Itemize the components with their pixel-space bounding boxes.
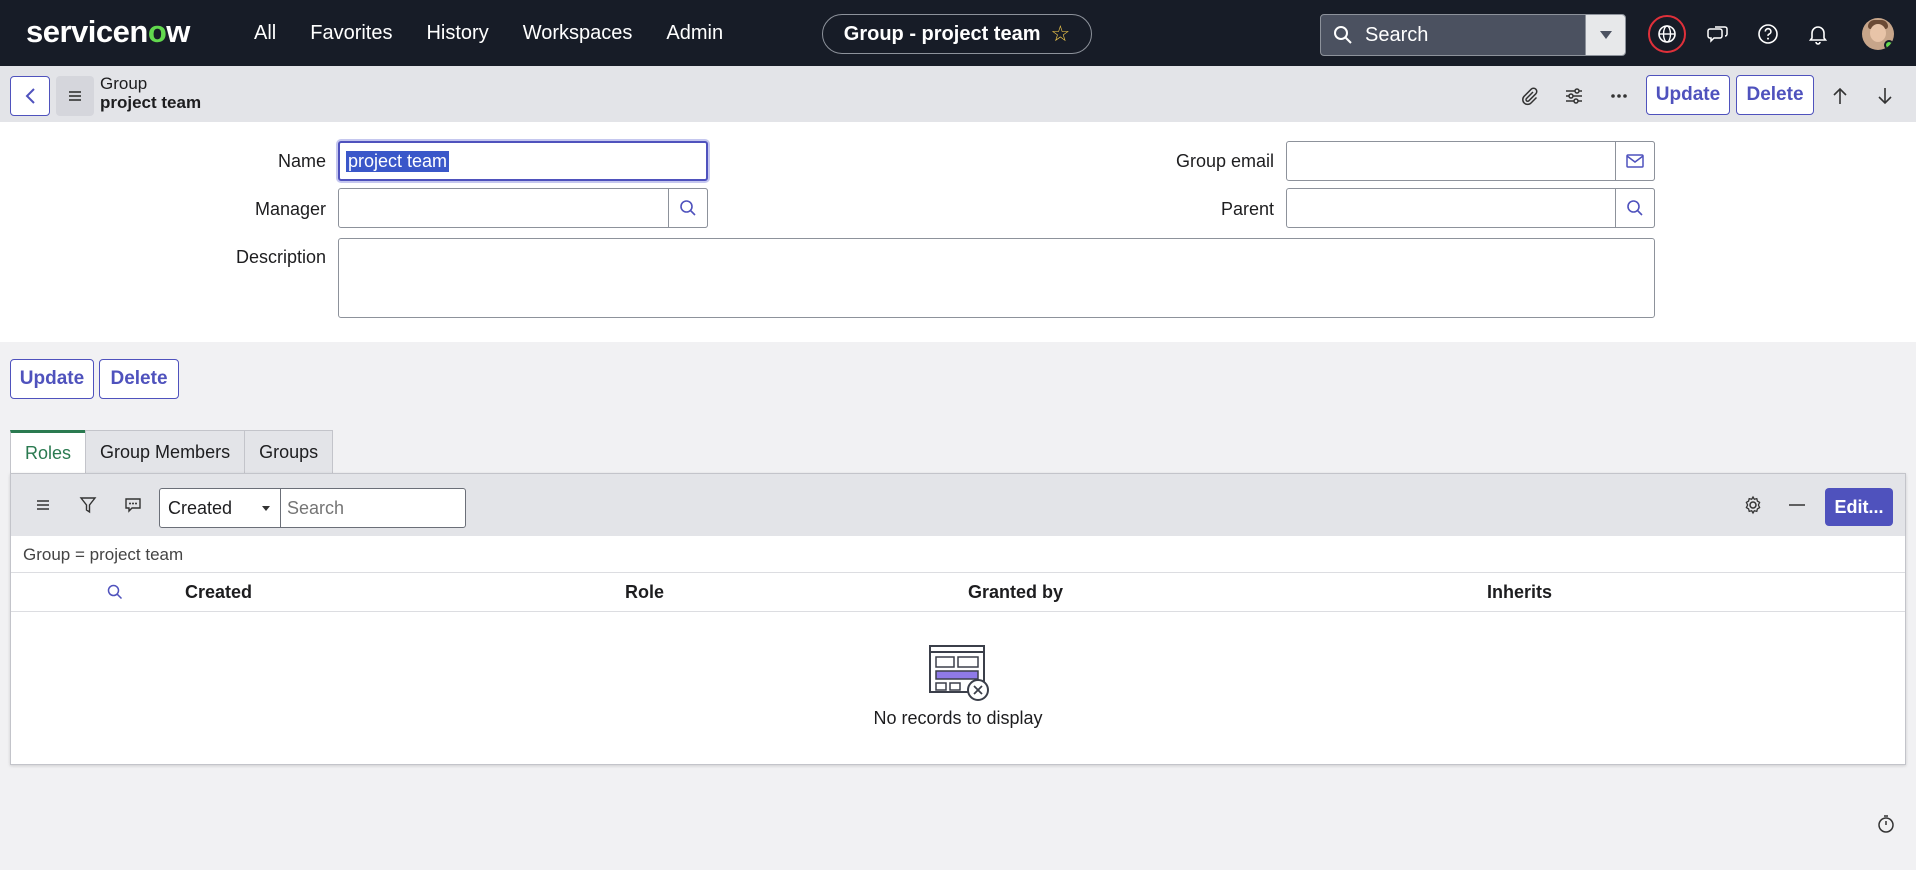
paperclip-icon[interactable] — [1515, 82, 1543, 110]
header-update-button[interactable]: Update — [1646, 75, 1730, 115]
header-delete-button[interactable]: Delete — [1736, 75, 1814, 115]
form-update-button[interactable]: Update — [10, 359, 94, 399]
manager-lookup-button[interactable] — [668, 188, 708, 228]
search-field-select[interactable]: Created — [159, 488, 281, 528]
more-options-icon[interactable] — [1605, 82, 1633, 110]
online-status-dot — [1884, 40, 1894, 50]
column-header-created[interactable]: Created — [185, 582, 252, 603]
column-header-role[interactable]: Role — [625, 582, 664, 603]
user-avatar[interactable] — [1862, 18, 1894, 50]
description-label: Description — [235, 247, 326, 267]
list-menu-icon[interactable] — [29, 491, 57, 519]
chevron-left-icon — [25, 88, 35, 104]
logo-text-start: servicen — [26, 14, 148, 49]
record-title: Group project team — [100, 74, 201, 112]
column-header-inherits[interactable]: Inherits — [1487, 582, 1552, 603]
timer-icon[interactable] — [1876, 814, 1896, 834]
record-name: project team — [100, 93, 202, 112]
logo-text-end: w — [166, 14, 190, 49]
list-search-input[interactable] — [281, 489, 465, 527]
comment-icon[interactable] — [119, 491, 147, 519]
chat-icon[interactable] — [1700, 16, 1736, 52]
logo-text-o: o — [147, 14, 167, 49]
edit-button[interactable]: Edit... — [1825, 488, 1893, 526]
column-search-icon[interactable] — [107, 584, 123, 605]
name-field-value: project team — [346, 151, 450, 172]
search-icon — [1627, 200, 1643, 216]
nav-link-workspaces[interactable]: Workspaces — [523, 22, 633, 45]
chevron-down-icon[interactable] — [1585, 15, 1625, 55]
name-field[interactable]: project team — [338, 141, 708, 181]
nav-link-history[interactable]: History — [426, 22, 488, 45]
record-header-bar: Group project team Update Delete — [0, 66, 1916, 122]
column-header-granted-by[interactable]: Granted by — [968, 582, 1063, 603]
search-icon — [1321, 25, 1365, 45]
collapse-icon[interactable] — [1783, 491, 1811, 519]
notification-bell-icon[interactable] — [1800, 16, 1836, 52]
arrow-up-icon[interactable] — [1826, 82, 1854, 110]
roles-related-list: Created Edit... Group = project team Cre… — [10, 473, 1906, 765]
help-icon[interactable] — [1750, 16, 1786, 52]
send-email-button[interactable] — [1615, 141, 1655, 181]
nav-link-admin[interactable]: Admin — [666, 22, 723, 45]
envelope-icon — [1626, 154, 1644, 168]
parent-lookup-button[interactable] — [1615, 188, 1655, 228]
globe-icon[interactable] — [1648, 15, 1686, 53]
parent-field[interactable] — [1286, 188, 1655, 228]
tab-group-members[interactable]: Group Members — [85, 430, 246, 474]
tab-groups[interactable]: Groups — [244, 430, 334, 474]
back-button[interactable] — [10, 76, 50, 116]
filter-icon[interactable] — [74, 491, 102, 519]
table-header: Created Role Granted by Inherits — [11, 572, 1905, 612]
servicenow-logo[interactable]: servicenow — [26, 14, 190, 50]
description-field[interactable] — [338, 238, 1655, 318]
group-form: Name project team Manager Description Gr… — [0, 122, 1916, 342]
caret-down-icon — [262, 506, 270, 511]
search-icon — [680, 200, 696, 216]
related-list-tabs: Roles Group Members Groups — [10, 430, 334, 474]
gear-icon[interactable] — [1739, 491, 1767, 519]
top-navigation-bar: servicenow All Favorites History Workspa… — [0, 0, 1916, 66]
global-search[interactable]: Search — [1320, 14, 1626, 56]
nav-link-favorites[interactable]: Favorites — [310, 22, 392, 45]
parent-label: Parent — [1220, 199, 1274, 219]
empty-state — [11, 644, 1905, 707]
no-records-icon — [929, 645, 989, 701]
arrow-down-icon[interactable] — [1871, 82, 1899, 110]
list-search-field[interactable] — [280, 488, 466, 528]
personalize-form-icon[interactable] — [1560, 82, 1588, 110]
manager-field[interactable] — [338, 188, 708, 228]
context-menu-button[interactable] — [56, 76, 94, 116]
group-email-field[interactable] — [1286, 141, 1655, 181]
empty-message: No records to display — [873, 708, 1043, 728]
nav-menu: All Favorites History Workspaces Admin — [254, 22, 757, 45]
filter-breadcrumb[interactable]: Group = project team — [23, 545, 183, 565]
star-icon[interactable]: ☆ — [1050, 21, 1070, 47]
name-label: Name — [277, 151, 326, 171]
manager-label: Manager — [254, 199, 326, 219]
search-field-select-value: Created — [168, 497, 233, 518]
global-search-label: Search — [1365, 23, 1429, 46]
record-type: Group — [100, 74, 148, 93]
nav-link-all[interactable]: All — [254, 22, 276, 45]
group-email-label: Group email — [1175, 151, 1274, 171]
context-record-title: Group - project team — [843, 22, 1041, 45]
hamburger-icon — [69, 91, 81, 101]
context-record-pill[interactable]: Group - project team ☆ — [822, 14, 1092, 54]
related-list-toolbar: Created Edit... — [11, 474, 1905, 536]
form-delete-button[interactable]: Delete — [99, 359, 179, 399]
tab-roles[interactable]: Roles — [10, 430, 87, 474]
